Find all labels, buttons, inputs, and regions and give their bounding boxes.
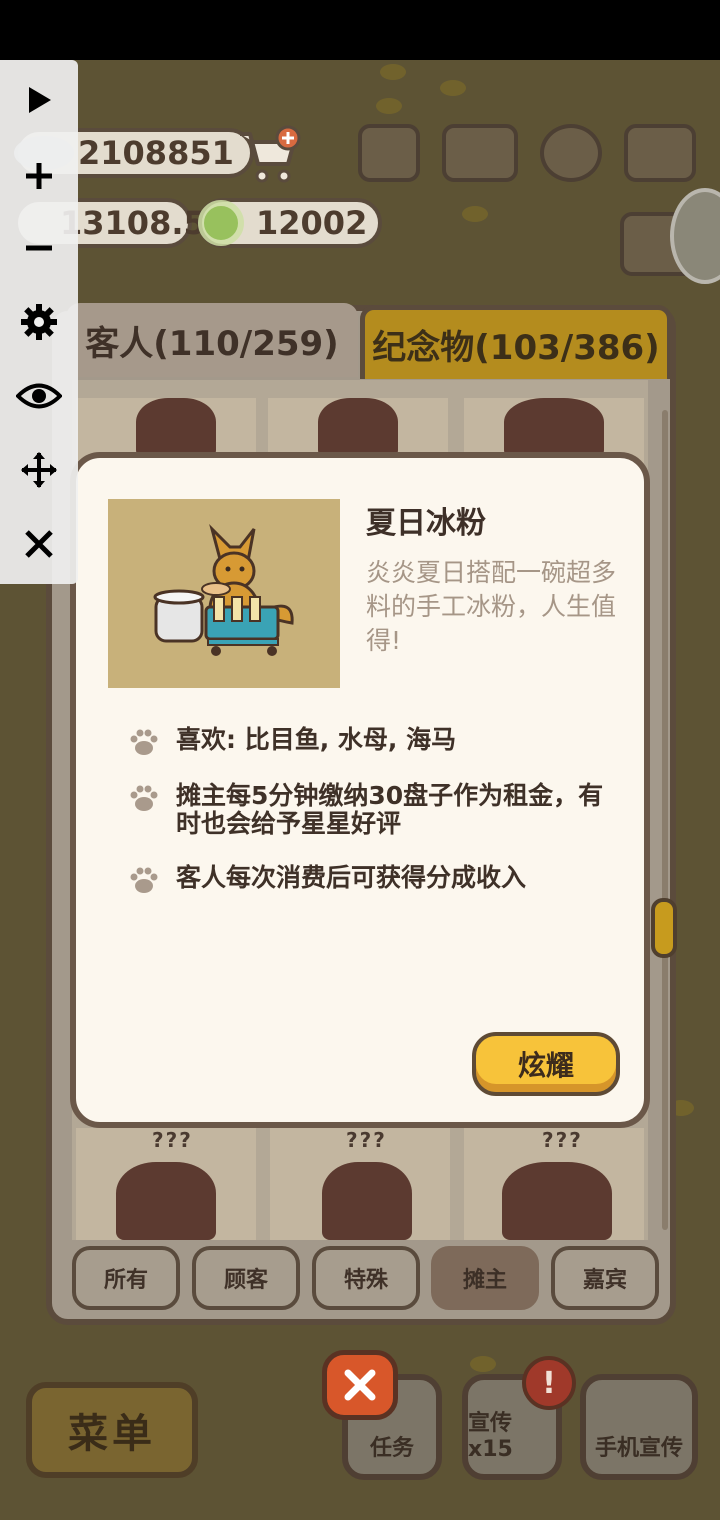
menu-button[interactable]: 菜单 (26, 1382, 198, 1478)
shop-cart-button[interactable] (236, 124, 302, 186)
guest-card-locked[interactable]: ??? (270, 1128, 450, 1240)
unknown-label: ??? (152, 1128, 193, 1152)
income-text: 客人每次消费后可获得分成收入 (176, 863, 527, 892)
guest-card-locked[interactable]: ??? (76, 1128, 256, 1240)
filter-stall-owners[interactable]: 摊主 (431, 1246, 539, 1310)
filter-all[interactable]: 所有 (72, 1246, 180, 1310)
tab-souvenirs[interactable]: 纪念物(103/386) (360, 305, 672, 379)
bullet-rent: 摊主每5分钟缴纳30盘子作为租金，有时也会给予星星好评 (128, 782, 604, 838)
guest-name: 夏日冰粉 (366, 506, 486, 541)
fish-amount: 2108851 (78, 134, 234, 172)
promote-alert-badge: ! (522, 1356, 576, 1410)
grid-scrollbar[interactable] (662, 410, 668, 1230)
move-icon (21, 452, 57, 488)
unknown-label: ??? (346, 1128, 387, 1152)
paw-icon (130, 867, 158, 893)
filter-guests[interactable]: 嘉宾 (551, 1246, 659, 1310)
floating-toolbar (0, 60, 78, 584)
play-button[interactable] (0, 72, 78, 128)
tasks-label: 任务 (369, 1436, 414, 1461)
token-icon (198, 200, 244, 246)
guest-description: 炎炎夏日搭配一碗超多料的手工冰粉，人生值得! (366, 558, 617, 655)
tab-guests[interactable]: 客人(110/259) (66, 303, 358, 377)
bullet-likes: 喜欢: 比目鱼, 水母, 海马 (128, 726, 616, 758)
paw-icon (130, 729, 158, 755)
eye-icon (16, 383, 62, 409)
guidebook-button[interactable] (442, 124, 518, 182)
brag-button[interactable]: 炫耀 (472, 1032, 620, 1096)
close-modal-button[interactable] (322, 1350, 398, 1420)
shop-stall-button[interactable] (624, 124, 696, 182)
newspaper-button[interactable] (358, 124, 420, 182)
phone-promote-label: 手机宣传 (594, 1436, 683, 1461)
star-amount: 13108.5 (60, 204, 206, 242)
plus-icon (26, 163, 52, 189)
promote-label: 宣传x15 (468, 1411, 513, 1462)
visibility-button[interactable] (0, 368, 78, 424)
minus-icon (26, 245, 52, 251)
filter-special[interactable]: 特殊 (312, 1246, 420, 1310)
filter-bar: 所有 顾客 特殊 摊主 嘉宾 (72, 1246, 660, 1310)
rent-text: 摊主每5分钟缴纳30盘子作为租金，有时也会给予星星好评 (176, 781, 604, 838)
move-button[interactable] (0, 442, 78, 498)
filter-customers[interactable]: 顾客 (192, 1246, 300, 1310)
settings-button[interactable] (540, 124, 602, 182)
play-icon (29, 87, 51, 113)
guest-card-locked[interactable]: ??? (464, 1128, 644, 1240)
hyena-vendor-illustration (153, 523, 294, 656)
zoom-out-button[interactable] (0, 220, 78, 276)
zoom-in-button[interactable] (0, 148, 78, 204)
bullet-income: 客人每次消费后可获得分成收入 (128, 864, 616, 896)
guest-portrait (108, 499, 340, 688)
phone-promote-button[interactable]: 手机宣传 (580, 1374, 698, 1480)
gear-icon (21, 304, 57, 340)
unknown-label: ??? (542, 1128, 583, 1152)
alert-mark: ! (542, 1365, 556, 1401)
scroll-thumb[interactable] (651, 898, 677, 958)
likes-text: 喜欢: 比目鱼, 水母, 海马 (176, 725, 457, 754)
tool-settings-button[interactable] (0, 294, 78, 350)
close-tools-button[interactable] (0, 516, 78, 572)
close-icon (344, 1369, 376, 1401)
token-amount: 12002 (256, 204, 368, 242)
paw-icon (130, 785, 158, 811)
close-icon (25, 530, 53, 558)
cart-icon (240, 125, 301, 183)
